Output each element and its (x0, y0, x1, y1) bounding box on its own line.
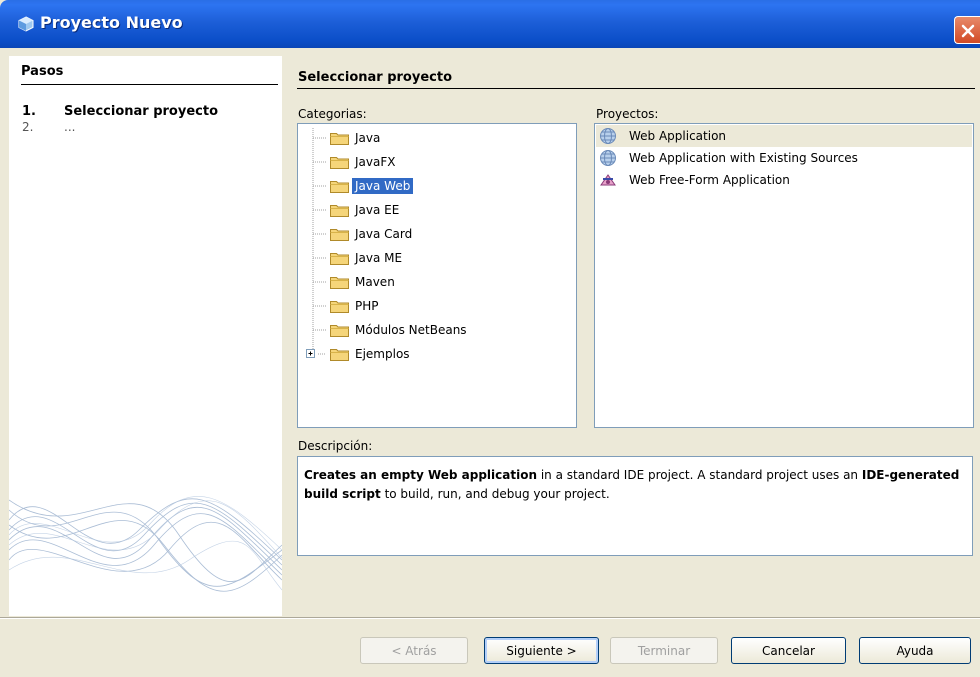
steps-title: Pasos (21, 64, 64, 79)
project-item-label: Web Free-Form Application (629, 173, 790, 187)
title-bar[interactable]: Proyecto Nuevo (0, 0, 980, 48)
steps-divider (21, 84, 278, 85)
folder-icon (330, 133, 349, 145)
button-bar-divider (0, 617, 980, 619)
close-icon (961, 24, 975, 38)
cancel-button[interactable]: Cancelar (731, 637, 846, 664)
tree-item[interactable]: Java EE (330, 199, 399, 221)
tree-item-label: Ejemplos (355, 347, 410, 361)
tree-item[interactable]: Maven (330, 271, 395, 293)
projects-label: Proyectos: (596, 107, 659, 121)
section-divider (297, 88, 975, 89)
close-button[interactable] (954, 16, 980, 44)
projects-list[interactable]: Web Application Web Application with Exi… (594, 123, 974, 428)
description-text-part: to build, run, and debug your project. (380, 487, 610, 501)
finish-button[interactable]: Terminar (610, 637, 718, 664)
netbeans-cube-icon (18, 16, 34, 32)
tree-item[interactable]: PHP (330, 295, 379, 317)
decorative-wave-graphic (9, 496, 282, 592)
tree-item[interactable]: Módulos NetBeans (330, 319, 467, 341)
section-title: Seleccionar proyecto (298, 70, 453, 85)
folder-icon (330, 229, 349, 241)
tree-item-label: Módulos NetBeans (355, 323, 467, 337)
back-button[interactable]: < Atrás (360, 637, 468, 664)
expand-plus-icon[interactable] (306, 349, 316, 359)
project-item[interactable]: Web Free-Form Application (596, 169, 790, 191)
project-item-selected[interactable]: Web Application (596, 125, 972, 147)
window-title: Proyecto Nuevo (40, 13, 183, 32)
tree-item-label: Java ME (355, 251, 403, 265)
description-text: Creates an empty Web application in a st… (297, 456, 973, 556)
new-project-dialog: Proyecto Nuevo Pasos 1. Seleccionar proy… (0, 0, 980, 677)
description-label: Descripción: (298, 439, 373, 453)
tree-item[interactable]: JavaFX (330, 151, 395, 173)
folder-icon (330, 157, 349, 169)
folder-icon (330, 181, 349, 193)
step-number: 2. (22, 120, 34, 134)
tree-item[interactable]: Java Card (330, 223, 412, 245)
folder-icon (330, 205, 349, 217)
folder-icon (330, 325, 349, 337)
globe-icon (600, 150, 616, 166)
tree-item-selected[interactable]: Java Web (330, 175, 414, 197)
tree-item[interactable]: Ejemplos (330, 343, 410, 365)
folder-icon (330, 349, 349, 361)
tree-item-label: Java (355, 131, 381, 145)
tree-item-label: PHP (355, 299, 379, 313)
folder-icon (330, 253, 349, 265)
step-label: ... (64, 120, 76, 134)
tree-item[interactable]: Java ME (330, 247, 402, 269)
step-number: 1. (22, 104, 36, 119)
freeform-icon (600, 174, 616, 186)
tree-item[interactable]: Java (330, 127, 380, 149)
folder-icon (330, 301, 349, 313)
next-button[interactable]: Siguiente > (484, 637, 599, 664)
globe-icon (600, 128, 616, 144)
folder-icon (330, 277, 349, 289)
categories-tree[interactable]: Java JavaFX Java Web Java EE Java Card J… (297, 123, 577, 428)
tree-item-label: Java EE (355, 203, 400, 217)
tree-item-label: Maven (355, 275, 395, 289)
help-button[interactable]: Ayuda (859, 637, 971, 664)
step-label-current: Seleccionar proyecto (64, 104, 219, 119)
project-item-label: Web Application (629, 129, 727, 143)
tree-item-label: Java Card (355, 227, 413, 241)
description-bold: Creates an empty Web application (304, 468, 538, 482)
categories-label: Categorias: (298, 107, 367, 121)
tree-item-label: Java Web (352, 178, 414, 194)
description-text-part: in a standard IDE project. A standard pr… (537, 468, 862, 482)
tree-item-label: JavaFX (355, 155, 396, 169)
project-item[interactable]: Web Application with Existing Sources (596, 147, 858, 169)
project-item-label: Web Application with Existing Sources (629, 151, 858, 165)
